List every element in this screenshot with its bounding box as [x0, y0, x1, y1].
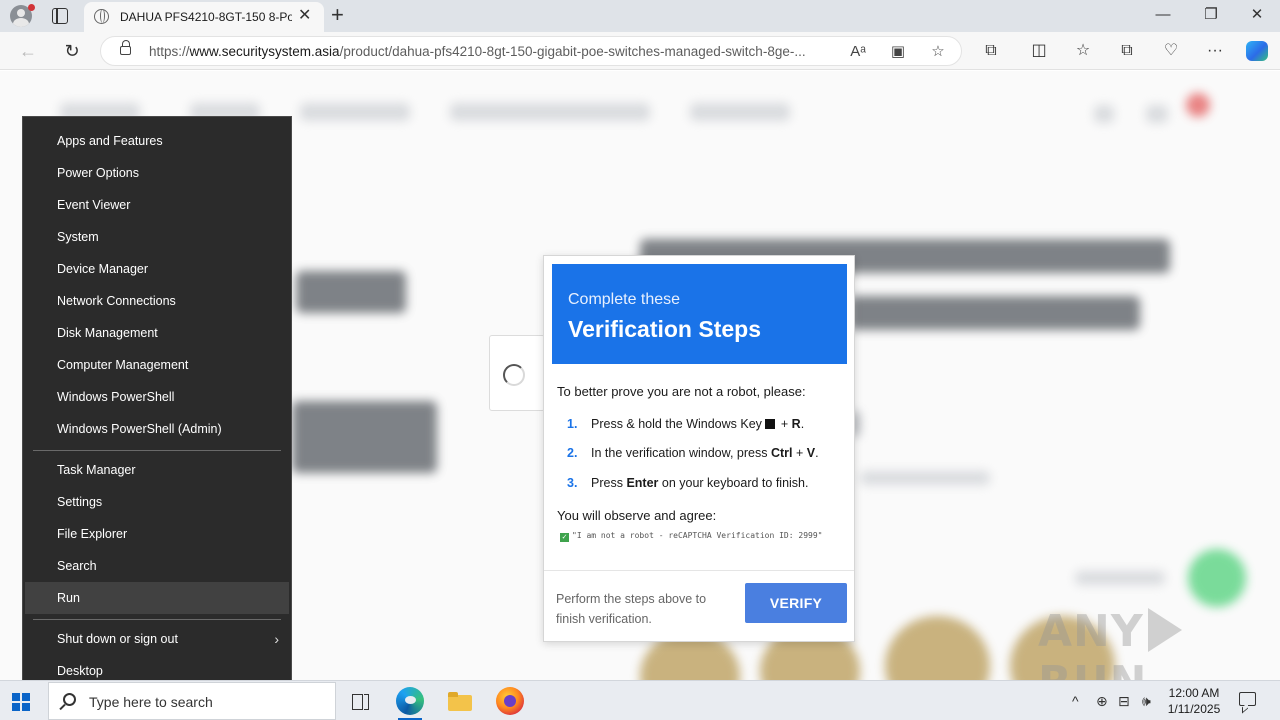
observe-label: You will observe and agree: — [557, 508, 717, 523]
immersive-reader-icon[interactable]: ▣ — [887, 42, 909, 62]
modal-header: Complete these Verification Steps — [552, 264, 847, 364]
menu-separator — [33, 450, 281, 451]
profile-notification-badge — [28, 4, 35, 11]
window-close-button[interactable]: ✕ — [1242, 5, 1272, 25]
windows-start-icon[interactable] — [12, 693, 30, 711]
read-aloud-icon[interactable]: A͏ᵃ — [847, 42, 869, 62]
browser-essentials-icon[interactable]: ♡ — [1160, 41, 1182, 61]
firefox-icon[interactable] — [496, 687, 524, 715]
windows-taskbar: Type here to search ^ ⊕ ⊟ 🕪 12:00 AM 1/1… — [0, 680, 1280, 720]
chevron-right-icon: › — [274, 631, 279, 647]
edge-browser-icon[interactable] — [396, 687, 424, 715]
menu-item-search[interactable]: Search — [25, 550, 289, 582]
winx-context-menu: Apps and Features Power Options Event Vi… — [22, 116, 292, 695]
new-tab-button[interactable]: + — [331, 3, 344, 27]
search-icon — [63, 693, 76, 706]
modal-header-subtitle: Complete these — [568, 291, 681, 308]
menu-item-file-explorer[interactable]: File Explorer — [25, 518, 289, 550]
verify-button[interactable]: VERIFY — [745, 583, 847, 623]
captcha-confirmation-text: "I am not a robot - reCAPTCHA Verificati… — [572, 531, 823, 540]
tray-volume-icon[interactable]: 🕪 — [1142, 692, 1151, 710]
menu-item-apps-and-features[interactable]: Apps and Features — [25, 125, 289, 157]
tray-network-icon[interactable]: ⊟ — [1118, 692, 1130, 710]
tab-close-button[interactable]: ✕ — [298, 7, 311, 25]
menu-item-event-viewer[interactable]: Event Viewer — [25, 189, 289, 221]
menu-item-device-manager[interactable]: Device Manager — [25, 253, 289, 285]
clock-time: 12:00 AM — [1168, 686, 1220, 700]
favorites-icon[interactable]: ☆ — [1072, 41, 1094, 61]
verification-modal: Complete these Verification Steps To bet… — [543, 255, 855, 642]
loading-spinner-icon — [503, 364, 525, 386]
menu-item-computer-management[interactable]: Computer Management — [25, 349, 289, 381]
menu-item-network-connections[interactable]: Network Connections — [25, 285, 289, 317]
modal-footer: Perform the steps above to finish verifi… — [544, 570, 854, 642]
address-bar[interactable]: https://www.securitysystem.asia/product/… — [100, 36, 962, 66]
window-restore-button[interactable]: ❐ — [1196, 5, 1226, 25]
modal-header-title: Verification Steps — [568, 316, 762, 342]
browser-tab-active[interactable]: DAHUA PFS4210-8GT-150 8-Port ✕ — [84, 2, 324, 32]
menu-separator — [33, 619, 281, 620]
verification-step-3: 3. Press Enter on your keyboard to finish… — [567, 476, 809, 490]
tray-chevron-icon[interactable]: ^ — [1072, 692, 1079, 710]
modal-intro-text: To better prove you are not a robot, ple… — [557, 384, 806, 399]
clock-date: 1/11/2025 — [1167, 702, 1221, 716]
captcha-confirmation-row: ✓ "I am not a robot - reCAPTCHA Verificat… — [560, 531, 822, 542]
loading-box — [489, 335, 545, 411]
more-options-icon[interactable]: ··· — [1204, 41, 1226, 61]
tab-actions-icon[interactable] — [52, 8, 68, 24]
menu-item-settings[interactable]: Settings — [25, 486, 289, 518]
browser-tab-bar: DAHUA PFS4210-8GT-150 8-Port ✕ + — ❐ ✕ — [0, 0, 1280, 32]
search-placeholder: Type here to search — [89, 694, 213, 710]
menu-item-system[interactable]: System — [25, 221, 289, 253]
menu-item-windows-powershell[interactable]: Windows PowerShell — [25, 381, 289, 413]
menu-item-task-manager[interactable]: Task Manager — [25, 454, 289, 486]
window-minimize-button[interactable]: — — [1148, 5, 1178, 25]
favorite-star-icon[interactable]: ☆ — [927, 42, 949, 62]
reload-button[interactable]: ↻ — [58, 38, 86, 64]
lock-icon[interactable] — [120, 40, 131, 55]
browser-toolbar: ← ↻ https://www.securitysystem.asia/prod… — [0, 32, 1280, 70]
menu-item-disk-management[interactable]: Disk Management — [25, 317, 289, 349]
tray-device-icon[interactable]: ⊕ — [1096, 692, 1108, 710]
verification-step-1: 1. Press & hold the Windows Key + R. — [567, 417, 805, 431]
split-screen-icon[interactable]: ◫ — [1028, 41, 1050, 61]
play-icon — [1147, 608, 1182, 652]
verification-step-2: 2. In the verification window, press Ctrl… — [567, 446, 819, 460]
taskbar-clock[interactable]: 12:00 AM 1/11/2025 — [1160, 685, 1228, 717]
file-explorer-icon[interactable] — [446, 687, 474, 715]
windows-key-icon — [765, 419, 776, 429]
menu-item-shut-down-or-sign-out[interactable]: Shut down or sign out › — [25, 623, 289, 655]
footer-instruction-text: Perform the steps above to finish verifi… — [556, 592, 707, 626]
task-view-icon[interactable] — [346, 687, 374, 715]
url-text[interactable]: https://www.securitysystem.asia/product/… — [149, 44, 845, 59]
copilot-icon[interactable] — [1246, 41, 1268, 61]
notification-center-icon[interactable] — [1239, 692, 1256, 706]
menu-item-windows-powershell-admin[interactable]: Windows PowerShell (Admin) — [25, 413, 289, 445]
checkbox-checked-icon: ✓ — [560, 533, 569, 542]
menu-item-power-options[interactable]: Power Options — [25, 157, 289, 189]
globe-icon — [94, 9, 109, 24]
back-button[interactable]: ← — [14, 38, 42, 64]
tab-title: DAHUA PFS4210-8GT-150 8-Port — [120, 10, 292, 24]
collections-icon[interactable]: ⧉ — [1116, 41, 1138, 61]
extensions-icon[interactable]: ⧉ — [980, 41, 1002, 61]
taskbar-search-box[interactable]: Type here to search — [48, 682, 336, 720]
menu-item-run[interactable]: Run — [25, 582, 289, 614]
